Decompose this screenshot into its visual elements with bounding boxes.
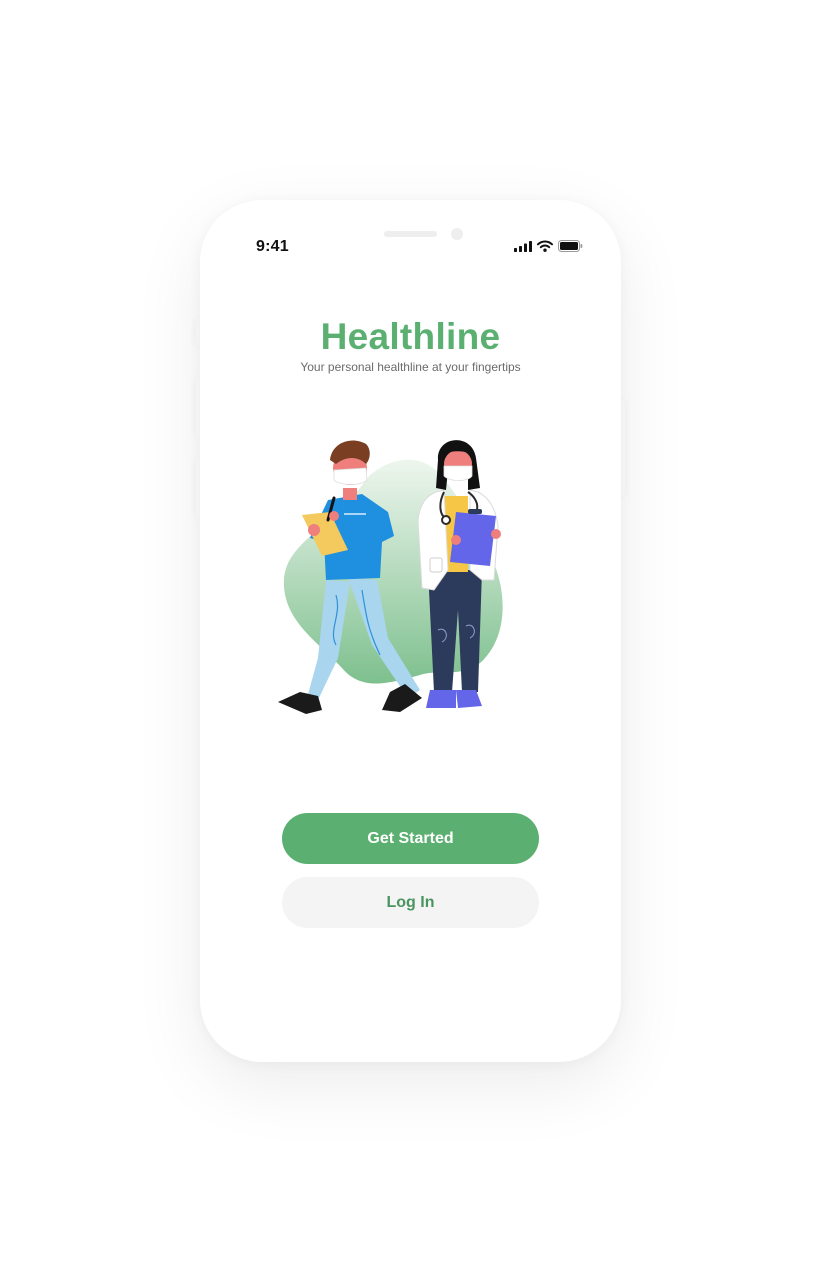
get-started-button[interactable]: Get Started bbox=[282, 813, 539, 864]
two-healthcare-workers-icon bbox=[278, 440, 503, 714]
front-camera bbox=[451, 228, 463, 240]
device-mockup-canvas: 9:41 Healthline Your personal healthline… bbox=[0, 0, 821, 1262]
battery-icon bbox=[558, 240, 583, 252]
phone-screen: 9:41 Healthline Your personal healthline… bbox=[200, 200, 621, 1062]
cellular-signal-icon bbox=[514, 240, 532, 252]
speaker-grille bbox=[384, 231, 437, 237]
status-bar-time: 9:41 bbox=[256, 238, 289, 255]
app-title: Healthline bbox=[320, 316, 501, 357]
app-tagline: Your personal healthline at your fingert… bbox=[300, 360, 521, 374]
log-in-button[interactable]: Log In bbox=[282, 877, 539, 928]
status-bar-icons bbox=[514, 240, 583, 252]
wifi-icon bbox=[537, 240, 553, 252]
